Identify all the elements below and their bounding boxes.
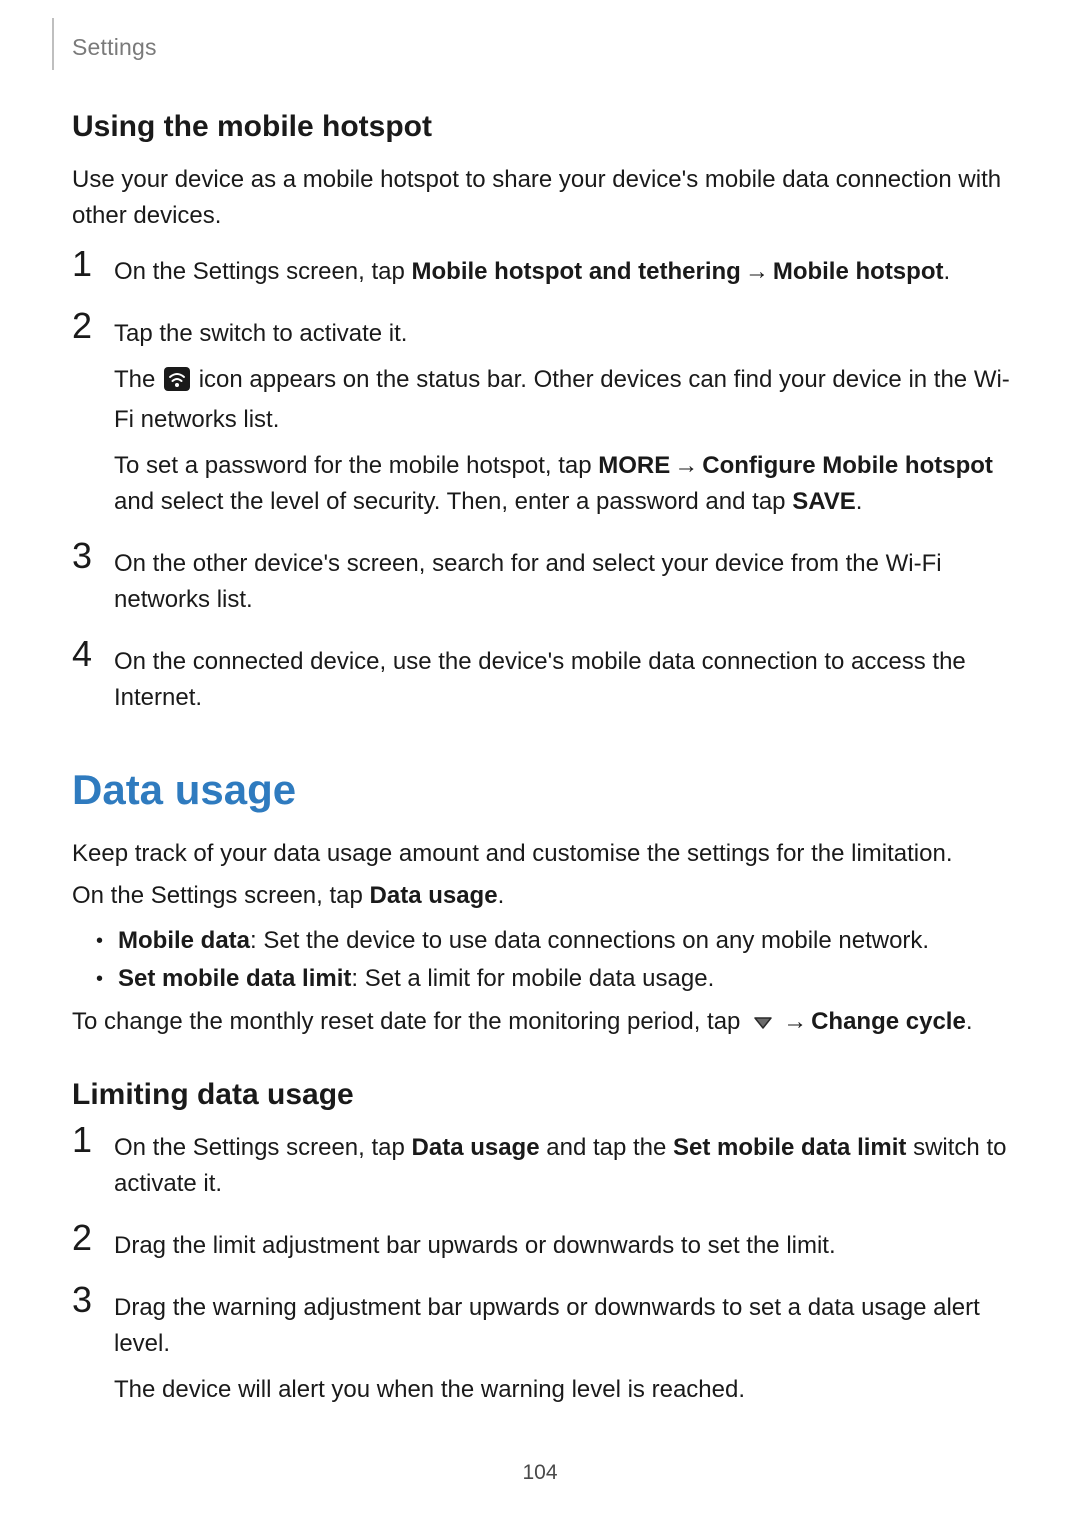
arrow-icon: → [779,1008,811,1035]
text: and select the level of security. Then, … [114,488,792,515]
text: . [943,258,950,285]
text: . [966,1008,973,1035]
limiting-step-2: Drag the limit adjustment bar upwards or… [72,1228,1018,1264]
bold-text: MORE [598,452,670,479]
dropdown-icon [751,1006,775,1042]
data-usage-title: Data usage [72,766,1018,814]
bold-text: Mobile data [118,927,250,954]
hotspot-step-2: Tap the switch to activate it. The icon … [72,316,1018,520]
data-usage-nav: On the Settings screen, tap Data usage. [72,878,1018,914]
arrow-icon: → [670,452,702,479]
bold-text: Data usage [412,1134,540,1161]
hotspot-steps: On the Settings screen, tap Mobile hotsp… [72,254,1018,716]
text: To change the monthly reset date for the… [72,1008,747,1035]
text: : Set the device to use data connections… [250,927,929,954]
bullet-set-limit: Set mobile data limit: Set a limit for m… [96,960,1018,998]
text: Drag the warning adjustment bar upwards … [114,1294,980,1357]
bold-text: Mobile hotspot [773,258,944,285]
page-number: 104 [0,1461,1080,1485]
text: . [498,882,505,909]
chapter-label: Settings [72,34,157,61]
data-usage-cycle: To change the monthly reset date for the… [72,1004,1018,1042]
text: On the Settings screen, tap [114,258,412,285]
arrow-icon: → [741,258,773,285]
header-rule [52,18,54,70]
text: To set a password for the mobile hotspot… [114,452,598,479]
data-usage-bullets: Mobile data: Set the device to use data … [72,922,1018,998]
text: Tap the switch to activate it. [114,320,407,347]
text: The [114,366,162,393]
hotspot-status-icon [164,366,190,402]
manual-page: Settings Using the mobile hotspot Use yo… [0,0,1080,1527]
bold-text: SAVE [792,488,856,515]
bold-text: Set mobile data limit [118,965,351,992]
page-content: Using the mobile hotspot Use your device… [72,110,1018,1434]
hotspot-step-3: On the other device's screen, search for… [72,546,1018,618]
hotspot-intro: Use your device as a mobile hotspot to s… [72,162,1018,234]
text: icon appears on the status bar. Other de… [114,366,1010,433]
limiting-heading: Limiting data usage [72,1078,1018,1112]
hotspot-step-4: On the connected device, use the device'… [72,644,1018,716]
text: On the Settings screen, tap [72,882,370,909]
bold-text: Configure Mobile hotspot [702,452,993,479]
text: On the Settings screen, tap [114,1134,412,1161]
bold-text: Mobile hotspot and tethering [412,258,741,285]
limiting-steps: On the Settings screen, tap Data usage a… [72,1130,1018,1408]
data-usage-intro: Keep track of your data usage amount and… [72,836,1018,872]
hotspot-heading: Using the mobile hotspot [72,110,1018,144]
text: The device will alert you when the warni… [114,1372,1018,1408]
hotspot-step-2-password: To set a password for the mobile hotspot… [114,448,1018,520]
text: . [856,488,863,515]
text: : Set a limit for mobile data usage. [351,965,714,992]
bold-text: Change cycle [811,1008,966,1035]
bold-text: Set mobile data limit [673,1134,906,1161]
limiting-step-3: Drag the warning adjustment bar upwards … [72,1290,1018,1408]
limiting-step-1: On the Settings screen, tap Data usage a… [72,1130,1018,1202]
bullet-mobile-data: Mobile data: Set the device to use data … [96,922,1018,960]
hotspot-step-2-note: The icon appears on the status bar. Othe… [114,362,1018,438]
bold-text: Data usage [370,882,498,909]
hotspot-step-1: On the Settings screen, tap Mobile hotsp… [72,254,1018,290]
text: and tap the [540,1134,673,1161]
